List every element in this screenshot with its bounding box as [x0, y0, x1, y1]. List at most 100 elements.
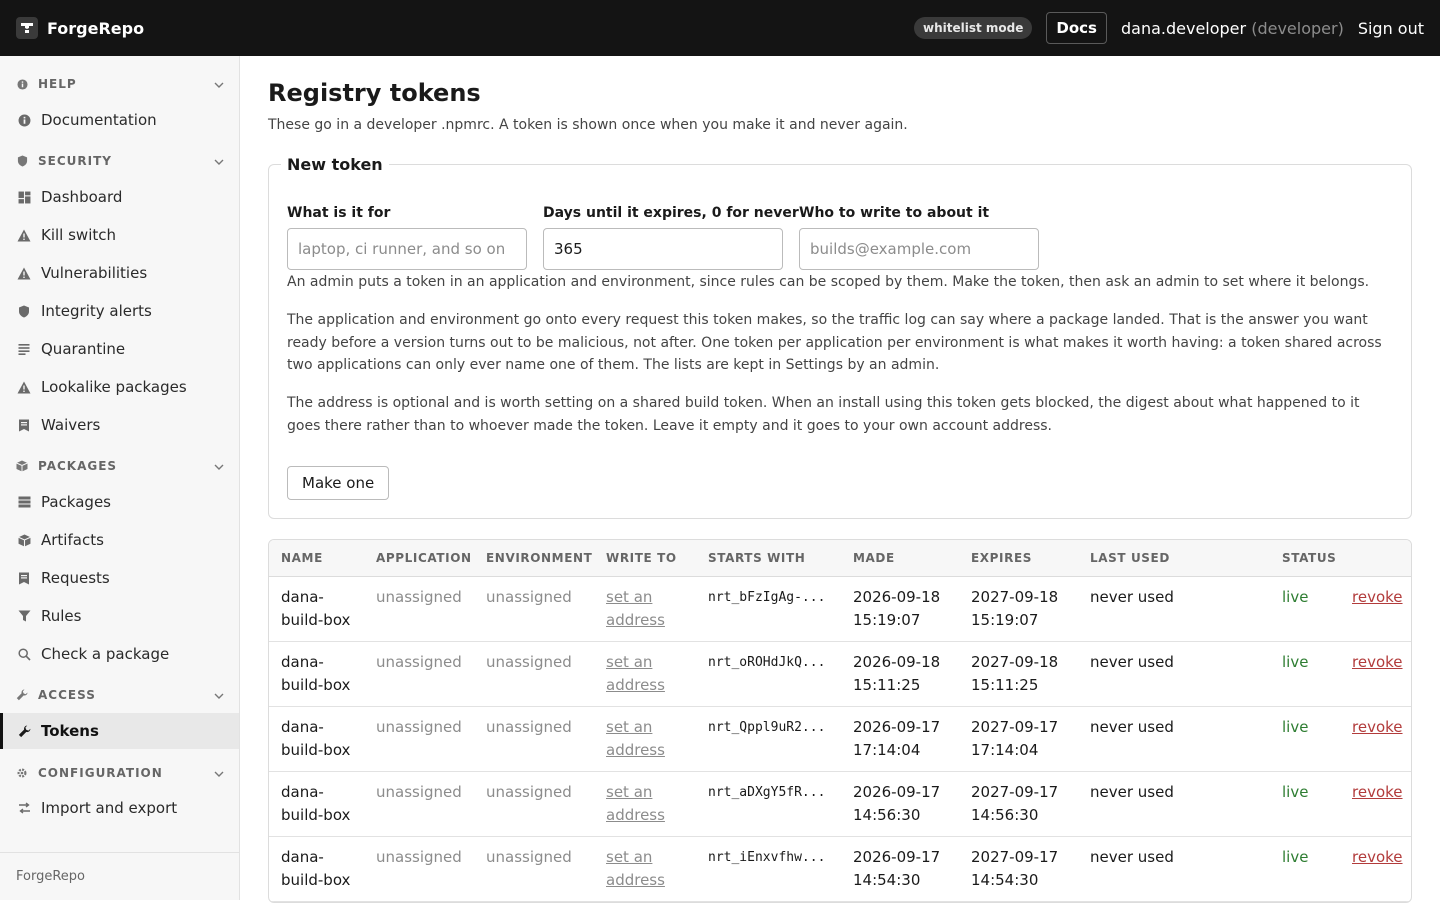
token-expires: 2027-09-17 14:54:30 [959, 836, 1078, 902]
wrench-icon [16, 689, 28, 701]
section-access[interactable]: ACCESS [16, 685, 224, 705]
warning-icon [16, 379, 32, 395]
set-address-link[interactable]: set an address [606, 718, 665, 759]
sidebar-item-import-and-export[interactable]: Import and export [0, 790, 239, 826]
sidebar-item-label: Rules [41, 607, 82, 625]
expiry-days-input[interactable] [543, 228, 783, 270]
set-address-link[interactable]: set an address [606, 848, 665, 889]
docs-button[interactable]: Docs [1046, 12, 1107, 44]
sidebar-item-documentation[interactable]: Documentation [0, 102, 239, 138]
sidebar-item-label: Documentation [41, 111, 157, 129]
section-title: ACCESS [38, 688, 96, 702]
column-header-write-to: WRITE TO [594, 540, 696, 577]
revoke-link[interactable]: revoke [1352, 783, 1403, 801]
new-token-form: New token What is it for Days until it e… [268, 155, 1412, 519]
info-icon [16, 78, 28, 90]
chevron-down-icon [214, 688, 224, 702]
sidebar-item-waivers[interactable]: Waivers [0, 407, 239, 443]
table-row: dana-build-box unassigned unassigned set… [269, 641, 1411, 707]
sidebar-item-tokens[interactable]: Tokens [0, 713, 239, 749]
token-status: live [1270, 576, 1340, 642]
sidebar-item-integrity-alerts[interactable]: Integrity alerts [0, 293, 239, 329]
token-made: 2026-09-18 15:11:25 [841, 641, 959, 707]
shield-icon [16, 155, 28, 167]
top-bar: ForgeRepo whitelist mode Docs dana.devel… [0, 0, 1440, 56]
token-write-to-cell: set an address [594, 576, 696, 642]
sidebar-item-label: Tokens [41, 722, 99, 740]
email-field-group: Who to write to about it [799, 205, 1039, 270]
shield-icon [16, 303, 32, 319]
token-action-cell: revoke [1340, 771, 1411, 837]
sidebar-item-label: Waivers [41, 416, 101, 434]
sidebar-item-rules[interactable]: Rules [0, 598, 239, 634]
sidebar-footer: ForgeRepo [0, 852, 239, 900]
brand[interactable]: ForgeRepo [16, 17, 144, 39]
purpose-field-group: What is it for [287, 205, 527, 270]
chevron-down-icon [214, 766, 224, 780]
sidebar-item-label: Quarantine [41, 340, 126, 358]
token-prefix: nrt_iEnxvfhw... [696, 836, 841, 902]
section-security[interactable]: SECURITY [16, 151, 224, 171]
revoke-link[interactable]: revoke [1352, 848, 1403, 866]
token-name: dana-build-box [269, 641, 364, 707]
sidebar-item-lookalike-packages[interactable]: Lookalike packages [0, 369, 239, 405]
sidebar-item-vulnerabilities[interactable]: Vulnerabilities [0, 255, 239, 291]
revoke-link[interactable]: revoke [1352, 718, 1403, 736]
token-made: 2026-09-18 15:19:07 [841, 576, 959, 642]
token-last-used: never used [1078, 576, 1270, 642]
revoke-link[interactable]: revoke [1352, 588, 1403, 606]
section-configuration[interactable]: CONFIGURATION [16, 763, 224, 783]
token-prefix: nrt_bFzIgAg-... [696, 576, 841, 642]
token-write-to-cell: set an address [594, 641, 696, 707]
sidebar-item-requests[interactable]: Requests [0, 560, 239, 596]
token-expires: 2027-09-18 15:19:07 [959, 576, 1078, 642]
table-row: dana-build-box unassigned unassigned set… [269, 836, 1411, 902]
sidebar-item-quarantine[interactable]: Quarantine [0, 331, 239, 367]
help-text-application: The application and environment go onto … [287, 312, 1382, 373]
token-application: unassigned [364, 836, 474, 902]
table-row: dana-build-box unassigned unassigned set… [269, 771, 1411, 837]
sign-out-link[interactable]: Sign out [1358, 19, 1424, 38]
token-environment: unassigned [474, 641, 594, 707]
token-made: 2026-09-17 17:14:04 [841, 706, 959, 772]
sidebar-item-artifacts[interactable]: Artifacts [0, 522, 239, 558]
purpose-label: What is it for [287, 205, 391, 221]
sidebar-item-packages[interactable]: Packages [0, 484, 239, 520]
token-application: unassigned [364, 771, 474, 837]
user-role: (developer) [1251, 18, 1344, 38]
sidebar-item-dashboard[interactable]: Dashboard [0, 179, 239, 215]
section-help[interactable]: HELP [16, 74, 224, 94]
token-application: unassigned [364, 641, 474, 707]
info-icon [16, 112, 32, 128]
email-input[interactable] [799, 228, 1039, 270]
sidebar-item-check-a-package[interactable]: Check a package [0, 636, 239, 672]
set-address-link[interactable]: set an address [606, 588, 665, 629]
cube-icon [16, 532, 32, 548]
sidebar-item-label: Lookalike packages [41, 378, 187, 396]
token-expires: 2027-09-17 17:14:04 [959, 706, 1078, 772]
user-name: dana.developer (developer) [1121, 19, 1344, 38]
revoke-link[interactable]: revoke [1352, 653, 1403, 671]
purpose-input[interactable] [287, 228, 527, 270]
warning-icon [16, 265, 32, 281]
mode-badge: whitelist mode [914, 17, 1033, 39]
token-status: live [1270, 641, 1340, 707]
table-row: dana-build-box unassigned unassigned set… [269, 576, 1411, 642]
brand-name: ForgeRepo [47, 18, 145, 38]
token-status: live [1270, 771, 1340, 837]
sidebar-item-label: Kill switch [41, 226, 116, 244]
document-icon [16, 417, 32, 433]
set-address-link[interactable]: set an address [606, 783, 665, 824]
user-login: dana.developer [1120, 18, 1247, 38]
make-token-button[interactable]: Make one [287, 466, 390, 500]
section-packages[interactable]: PACKAGES [16, 456, 224, 476]
help-text-address: The address is optional and is worth set… [287, 395, 1360, 434]
column-header-expires: EXPIRES [959, 540, 1078, 577]
token-write-to-cell: set an address [594, 771, 696, 837]
column-header-environment: ENVIRONMENT [474, 540, 594, 577]
set-address-link[interactable]: set an address [606, 653, 665, 694]
swap-icon [16, 800, 32, 816]
sidebar-item-kill-switch[interactable]: Kill switch [0, 217, 239, 253]
token-name: dana-build-box [269, 706, 364, 772]
email-label: Who to write to about it [799, 205, 990, 221]
